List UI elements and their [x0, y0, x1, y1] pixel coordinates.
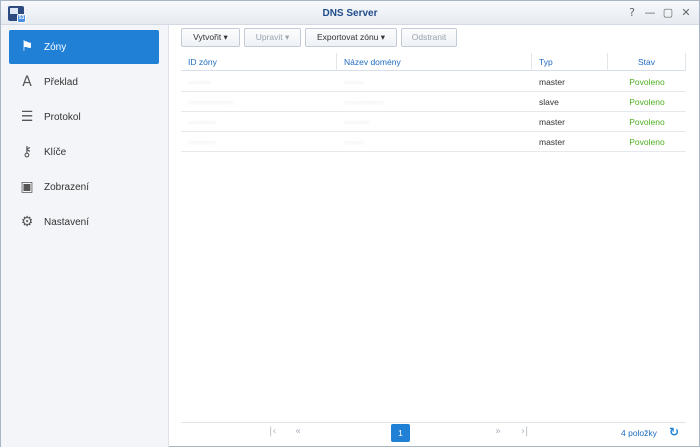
refresh-icon[interactable]: ↻ [669, 425, 679, 439]
sidebar-item-log[interactable]: ☰ Protokol [9, 100, 159, 134]
view-icon: ▣ [20, 179, 34, 195]
help-icon[interactable]: ? [625, 5, 639, 20]
sidebar-item-translate[interactable]: A Překlad [9, 65, 159, 99]
sidebar-item-label: Zóny [44, 41, 67, 53]
close-icon[interactable]: ✕ [679, 5, 693, 20]
first-page-icon[interactable]: |‹ [269, 426, 276, 437]
key-icon: ⚷ [21, 144, 33, 160]
domain-cell: ·············· [344, 97, 384, 107]
zones-table: ID zóny Název domény Typ Stav ········ ·… [181, 53, 686, 423]
zone-id-cell: ················ [188, 97, 234, 107]
domain-cell: ······· [344, 137, 364, 147]
sidebar-item-settings[interactable]: ⚙ Nastavení [9, 205, 159, 239]
zone-id-cell: ·········· [188, 137, 217, 147]
zone-id-cell: ·········· [188, 117, 217, 127]
status-cell: Povoleno [629, 117, 665, 127]
type-cell: master [539, 77, 565, 87]
prev-page-icon[interactable]: « [295, 426, 301, 437]
sidebar-item-keys[interactable]: ⚷ Klíče [9, 135, 159, 169]
status-cell: Povoleno [629, 97, 665, 107]
create-button[interactable]: Vytvořit ▾ [181, 28, 240, 47]
table-row[interactable]: ·········· ········· master Povoleno [181, 112, 686, 132]
edit-button[interactable]: Upravit ▾ [244, 28, 301, 47]
sidebar-item-label: Zobrazení [44, 181, 90, 193]
domain-cell: ······· [344, 77, 364, 87]
pagination-bar: |‹ « 1 » ›| 4 položky ↻ [181, 422, 686, 442]
title-bar: 53 DNS Server ? — ▢ ✕ [1, 1, 699, 25]
type-cell: master [539, 137, 565, 147]
sidebar-item-views[interactable]: ▣ Zobrazení [9, 170, 159, 204]
minimize-icon[interactable]: — [643, 5, 657, 20]
translate-icon: A [22, 74, 32, 90]
column-header-domain[interactable]: Název domény [337, 53, 532, 71]
zone-id-cell: ········ [188, 77, 211, 87]
type-cell: master [539, 117, 565, 127]
item-count: 4 položky [621, 428, 657, 438]
status-cell: Povoleno [629, 77, 665, 87]
maximize-icon[interactable]: ▢ [661, 5, 675, 20]
export-zone-button[interactable]: Exportovat zónu ▾ [305, 28, 397, 47]
sidebar-item-label: Protokol [44, 111, 81, 123]
table-header: ID zóny Název domény Typ Stav [181, 53, 686, 71]
sidebar: ⚑ Zóny A Překlad ☰ Protokol ⚷ Klíče ▣ Zo… [1, 25, 169, 447]
page-number-button[interactable]: 1 [391, 424, 410, 442]
column-header-type[interactable]: Typ [532, 53, 608, 71]
table-row[interactable]: ········ ······· master Povoleno [181, 72, 686, 92]
window-title: DNS Server [322, 8, 378, 19]
last-page-icon[interactable]: ›| [521, 426, 528, 437]
dns-server-window: 53 DNS Server ? — ▢ ✕ ⚑ Zóny A Překlad ☰… [0, 0, 700, 447]
next-page-icon[interactable]: » [495, 426, 501, 437]
flag-icon: ⚑ [20, 39, 34, 55]
column-header-zone-id[interactable]: ID zóny [181, 53, 337, 71]
sidebar-item-label: Překlad [44, 76, 78, 88]
column-header-status[interactable]: Stav [608, 53, 686, 71]
sidebar-item-zones[interactable]: ⚑ Zóny [9, 30, 159, 64]
type-cell: slave [539, 97, 559, 107]
gear-icon: ⚙ [20, 214, 34, 230]
domain-cell: ········· [344, 117, 370, 127]
sidebar-item-label: Nastavení [44, 216, 90, 228]
log-icon: ☰ [20, 109, 34, 125]
table-row[interactable]: ················ ·············· slave Po… [181, 92, 686, 112]
sidebar-item-label: Klíče [44, 146, 67, 158]
table-row[interactable]: ·········· ······· master Povoleno [181, 132, 686, 152]
status-cell: Povoleno [629, 137, 665, 147]
delete-button[interactable]: Odstranit [401, 28, 457, 47]
